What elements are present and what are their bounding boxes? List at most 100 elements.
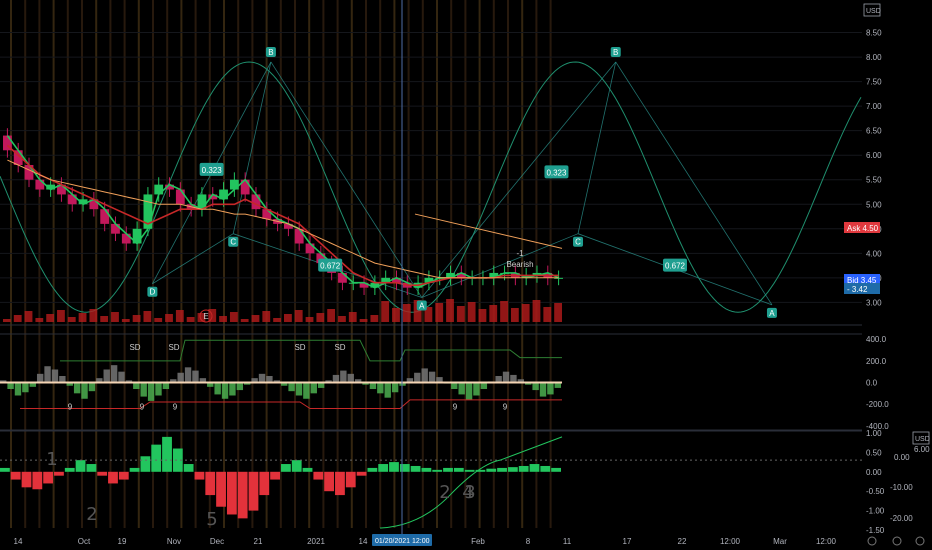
volume-bar [402, 304, 411, 322]
oscillator-bar [103, 369, 110, 383]
candle-body [154, 184, 164, 195]
momentum-bar [205, 471, 216, 496]
session-band [95, 0, 98, 528]
oscillator-bar [458, 382, 465, 395]
volume-bar [273, 318, 281, 322]
oscillator-bar [384, 382, 391, 398]
oscillator-bar [465, 382, 473, 400]
time-tick-label: 2021 [307, 537, 325, 546]
ratio-label: 0.323 [546, 168, 567, 177]
candle-body [67, 194, 77, 205]
volume-bar [392, 308, 400, 322]
momentum-tick-label: 0.00 [866, 468, 882, 477]
signal-label: 9 [453, 403, 458, 412]
momentum-bar [367, 467, 378, 472]
volume-bar [121, 319, 130, 322]
time-tick-label: 12:00 [816, 537, 837, 546]
volume-bar [532, 300, 541, 322]
momentum-bar [389, 462, 399, 472]
volume-bar [543, 307, 552, 322]
time-tick-label: Feb [471, 537, 485, 546]
oscillator-bar [236, 382, 244, 391]
oscillator-bar [473, 382, 480, 396]
momentum-bar [118, 471, 129, 480]
oscillator-bar [22, 382, 29, 393]
wave-count-label: 5 [206, 509, 217, 530]
pane-currency-label: USD [915, 436, 930, 443]
time-tick-label: 22 [678, 537, 687, 546]
time-tick-label: Oct [78, 537, 91, 546]
momentum-right-tick: -20.00 [890, 514, 913, 523]
wave-count-label: 2 [86, 504, 97, 525]
momentum-bar [183, 464, 194, 472]
momentum-bar [43, 471, 54, 484]
momentum-bar [216, 471, 226, 507]
volume-bar [510, 308, 519, 322]
ratio-label: 0.672 [320, 262, 341, 271]
session-band [450, 0, 453, 528]
time-tick-label: Mar [773, 537, 787, 546]
time-tick-label: 14 [359, 537, 368, 546]
volume-bar [165, 314, 173, 322]
volume-bar [251, 315, 260, 322]
momentum-bar [486, 468, 497, 472]
oscillator-bar [44, 366, 51, 383]
price-tick-label: 5.50 [866, 176, 882, 185]
oscillator-bar [177, 372, 184, 383]
chart-canvas[interactable]: D B C A C B A 0.323 0.672 0.323 0.672 -1 Bearish E S… [0, 0, 932, 550]
wave-count-label: 2 [439, 482, 450, 503]
time-tick-label: Nov [167, 537, 181, 546]
oscillator-tick-label: 0.0 [866, 379, 878, 388]
volume-bar [100, 316, 109, 322]
momentum-bar [356, 471, 367, 476]
price-tick-label: 3.00 [866, 298, 882, 307]
oscillator-bar [295, 382, 303, 396]
momentum-bar [281, 464, 291, 472]
oscillator-bar [391, 382, 399, 393]
volume-bar [67, 317, 76, 322]
momentum-bar [313, 471, 324, 480]
volume-bar [370, 315, 379, 322]
signal-label: SD [168, 343, 179, 352]
volume-bar [521, 304, 530, 322]
oscillator-bar [347, 373, 354, 383]
oscillator-bar [140, 382, 147, 397]
momentum-bar [432, 469, 443, 472]
price-tag-label: Ask 4.50 [847, 224, 879, 233]
momentum-bar [32, 471, 43, 490]
volume-bar [316, 313, 325, 322]
session-band [464, 0, 467, 528]
session-band [535, 0, 538, 528]
momentum-bar [464, 469, 475, 472]
volume-bar [132, 315, 141, 322]
momentum-bar [140, 456, 151, 472]
momentum-bar [507, 467, 518, 472]
momentum-bar [497, 467, 507, 472]
candle-body [305, 243, 315, 254]
volume-bar [338, 316, 346, 322]
volume-bar [467, 302, 476, 322]
momentum-bar [551, 467, 561, 472]
momentum-bar [86, 464, 97, 472]
momentum-bar [259, 471, 270, 496]
time-tick-label: 8 [526, 537, 531, 546]
session-band [478, 0, 481, 528]
oscillator-bar [36, 373, 44, 383]
oscillator-bar [303, 382, 310, 399]
momentum-bar [529, 464, 540, 472]
oscillator-bar [229, 382, 236, 396]
harmonic-point-label: C [230, 238, 236, 247]
session-band [421, 0, 424, 528]
bearish-label: Bearish [506, 260, 533, 269]
session-band [549, 0, 552, 528]
price-tick-label: 6.00 [866, 151, 882, 160]
time-tick-label: 21 [254, 537, 263, 546]
oscillator-bar [502, 371, 510, 383]
wave-count-label: 1 [46, 449, 57, 470]
momentum-bar [108, 471, 118, 484]
time-tick-label: 17 [623, 537, 632, 546]
oscillator-bar [421, 368, 428, 383]
volume-bar [381, 301, 390, 322]
oscillator-bar [214, 382, 221, 395]
volume-bar [111, 312, 119, 322]
